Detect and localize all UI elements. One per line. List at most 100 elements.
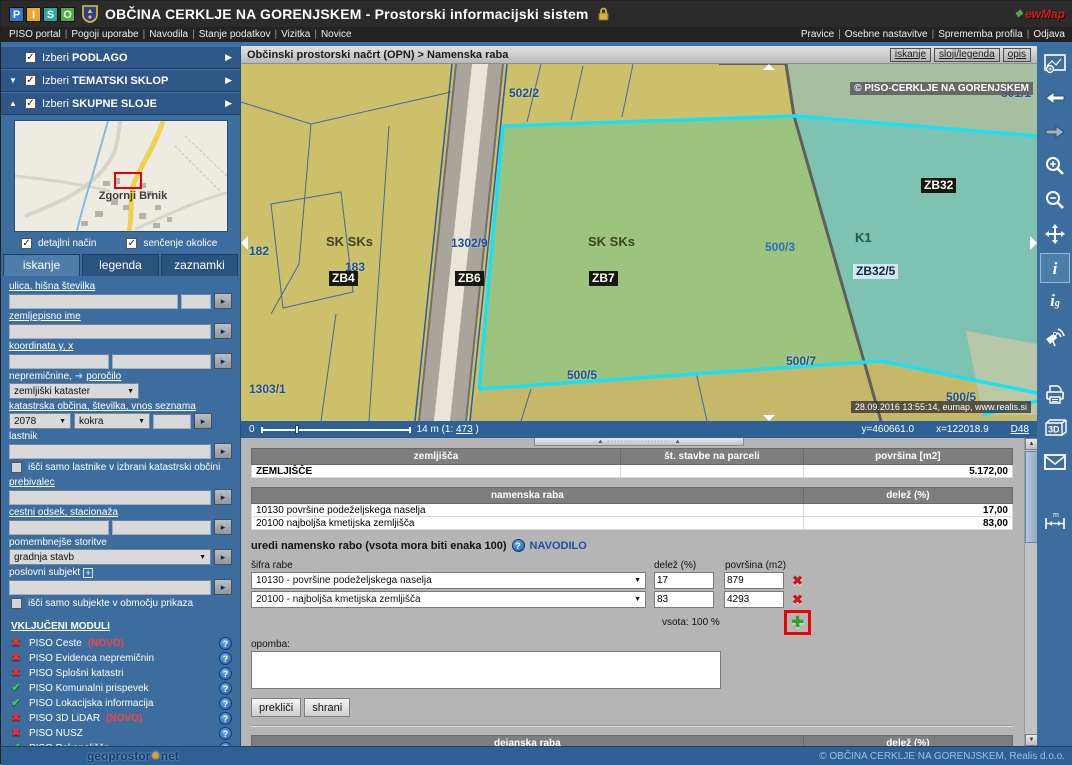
koordinata-y-input[interactable] <box>9 354 109 369</box>
tab-iskanje[interactable]: iskanje <box>3 254 80 276</box>
scale-slider-handle[interactable] <box>295 425 299 434</box>
cestni-search-button[interactable]: ▸ <box>214 519 232 535</box>
module-help-icon[interactable]: ? <box>219 652 232 665</box>
storitve-select[interactable]: gradnja stavb▼ <box>9 549 211 565</box>
zoom-out-button[interactable] <box>1041 186 1069 214</box>
checkbox-skupne-sloje[interactable]: ✓ <box>25 98 36 109</box>
povrsina-input[interactable] <box>724 591 784 608</box>
sidebar-section-tematski-sklop[interactable]: ▼ ✓ Izberi TEMATSKI SKLOP ▶ <box>1 69 240 92</box>
povrsina-input[interactable] <box>724 572 784 589</box>
panel-splitter[interactable]: ▲···················▲ <box>534 438 744 446</box>
sifra-rabe-select[interactable]: 10130 - površine podeželjskega naselja▼ <box>251 572 646 589</box>
module-help-icon[interactable]: ? <box>219 682 232 695</box>
sidebar-section-podlago[interactable]: ✓ Izberi PODLAGO ▶ <box>1 46 240 69</box>
view-button-iskanje[interactable]: iskanje <box>890 48 931 62</box>
module-help-icon[interactable]: ? <box>219 727 232 740</box>
expand-plus-icon[interactable]: + <box>83 568 93 578</box>
map-collapse-top-handle[interactable] <box>763 64 775 70</box>
add-row-button[interactable]: ✚ <box>791 615 804 630</box>
identify-group-button[interactable]: ig <box>1041 288 1069 316</box>
menu-link[interactable]: Odjava <box>1033 29 1065 40</box>
storitve-search-button[interactable]: ▸ <box>214 549 232 565</box>
overview-minimap[interactable]: Zgornji Brnik <box>14 120 228 232</box>
prebivalec-label[interactable]: prebivalec <box>9 477 55 489</box>
zoom-in-button[interactable] <box>1041 152 1069 180</box>
save-button[interactable]: shrani <box>304 698 350 717</box>
piso-logo[interactable]: PISO <box>9 7 75 22</box>
chevron-right-icon[interactable]: ▶ <box>225 52 232 63</box>
koordinata-search-button[interactable]: ▸ <box>214 353 232 369</box>
menu-link[interactable]: Sprememba profila <box>938 29 1022 40</box>
print-button[interactable] <box>1041 380 1069 408</box>
geoprostor-logo[interactable]: geoprostor✹net <box>87 749 179 763</box>
checkbox-tematski-sklop[interactable]: ✓ <box>25 75 36 86</box>
menu-link[interactable]: Stanje podatkov <box>199 29 271 40</box>
zemljepisno-input[interactable] <box>9 324 211 339</box>
cestni-odsek-input[interactable] <box>9 520 109 535</box>
delez-input[interactable] <box>654 591 714 608</box>
subjekt-search-button[interactable]: ▸ <box>214 579 232 595</box>
modules-title[interactable]: VKLJUČENI MODULI <box>11 621 232 632</box>
scale-value-link[interactable]: 473 <box>456 424 473 435</box>
scroll-up-button[interactable]: ▲ <box>1025 438 1037 450</box>
tab-zaznamki[interactable]: zaznamki <box>161 254 238 276</box>
sidebar-section-skupne-sloje[interactable]: ▲ ✓ Izberi SKUPNE SLOJE ▶ <box>1 92 240 115</box>
delete-row-icon[interactable]: ✖ <box>792 592 803 608</box>
menu-link[interactable]: Pravice <box>801 29 834 40</box>
view-button-sloji-legenda[interactable]: sloji/legenda <box>934 48 1000 62</box>
ko-search-button[interactable]: ▸ <box>194 413 212 429</box>
chevron-right-icon[interactable]: ▶ <box>225 75 232 86</box>
map-viewport[interactable]: 502/2501/11821831302/91303/1500/3500/550… <box>241 64 1037 421</box>
ko-number-select[interactable]: 2078▼ <box>9 413 71 429</box>
module-help-icon[interactable]: ? <box>219 712 232 725</box>
lastnik-search-button[interactable]: ▸ <box>214 443 232 459</box>
poslovni-subjekt-input[interactable] <box>9 580 211 595</box>
porocilo-link[interactable]: poročilo <box>86 371 121 383</box>
identify-button[interactable]: i <box>1041 254 1069 282</box>
mail-button[interactable] <box>1041 448 1069 476</box>
chevron-up-icon[interactable]: ▲ <box>9 99 19 108</box>
chevron-right-icon[interactable]: ▶ <box>225 98 232 109</box>
menu-link[interactable]: Pogoji uporabe <box>71 29 138 40</box>
view-button-opis[interactable]: opis <box>1003 48 1031 62</box>
ulica-label[interactable]: ulica, hišna številka <box>9 281 95 293</box>
scrollbar-thumb[interactable] <box>1025 451 1037 543</box>
menu-link[interactable]: Navodila <box>149 29 188 40</box>
menu-link[interactable]: PISO portal <box>9 29 61 40</box>
ko-parcel-input[interactable] <box>153 414 191 429</box>
module-help-icon[interactable]: ? <box>219 697 232 710</box>
menu-link[interactable]: Osebne nastavitve <box>845 29 928 40</box>
prebivalec-input[interactable] <box>9 490 211 505</box>
gps-button[interactable] <box>1041 322 1069 350</box>
overview-extent-button[interactable] <box>1041 50 1069 78</box>
hisna-stevilka-input[interactable] <box>181 294 211 309</box>
back-button[interactable] <box>1041 84 1069 112</box>
help-icon[interactable]: ? <box>512 539 525 552</box>
ulica-input[interactable] <box>9 294 178 309</box>
delete-row-icon[interactable]: ✖ <box>792 573 803 589</box>
checkbox-sencenje-okolice[interactable]: ✓ <box>126 238 137 249</box>
chevron-down-icon[interactable]: ▼ <box>9 76 19 85</box>
prebivalec-search-button[interactable]: ▸ <box>214 489 232 505</box>
nepremicnine-select[interactable]: zemljiški kataster▼ <box>9 383 139 399</box>
checkbox-detajlni-nacin[interactable]: ✓ <box>21 238 32 249</box>
measure-button[interactable]: m <box>1041 506 1069 534</box>
stacionaza-input[interactable] <box>112 520 212 535</box>
menu-link[interactable]: Novice <box>321 29 352 40</box>
koordinata-label[interactable]: koordinata y, x <box>9 341 73 353</box>
checkbox-lastniki-ko[interactable] <box>11 462 22 473</box>
cestni-odsek-label[interactable]: cestni odsek, stacionaža <box>9 507 118 519</box>
sidebar-collapse-handle[interactable] <box>241 236 248 250</box>
checkbox-subjekti-obmocje[interactable] <box>11 598 22 609</box>
forward-button[interactable] <box>1041 118 1069 146</box>
zemljepisno-label[interactable]: zemljepisno ime <box>9 311 81 323</box>
ko-name-select[interactable]: kokra▼ <box>74 413 150 429</box>
opomba-textarea[interactable] <box>251 651 721 689</box>
cancel-button[interactable]: prekliči <box>251 698 301 717</box>
delez-input[interactable] <box>654 572 714 589</box>
checkbox-podlago[interactable]: ✓ <box>25 52 36 63</box>
3d-view-button[interactable]: 3D <box>1041 414 1069 442</box>
panel-scrollbar[interactable]: ▲ ▼ <box>1024 438 1037 746</box>
tab-legenda[interactable]: legenda <box>82 254 159 276</box>
lastnik-input[interactable] <box>9 444 211 459</box>
